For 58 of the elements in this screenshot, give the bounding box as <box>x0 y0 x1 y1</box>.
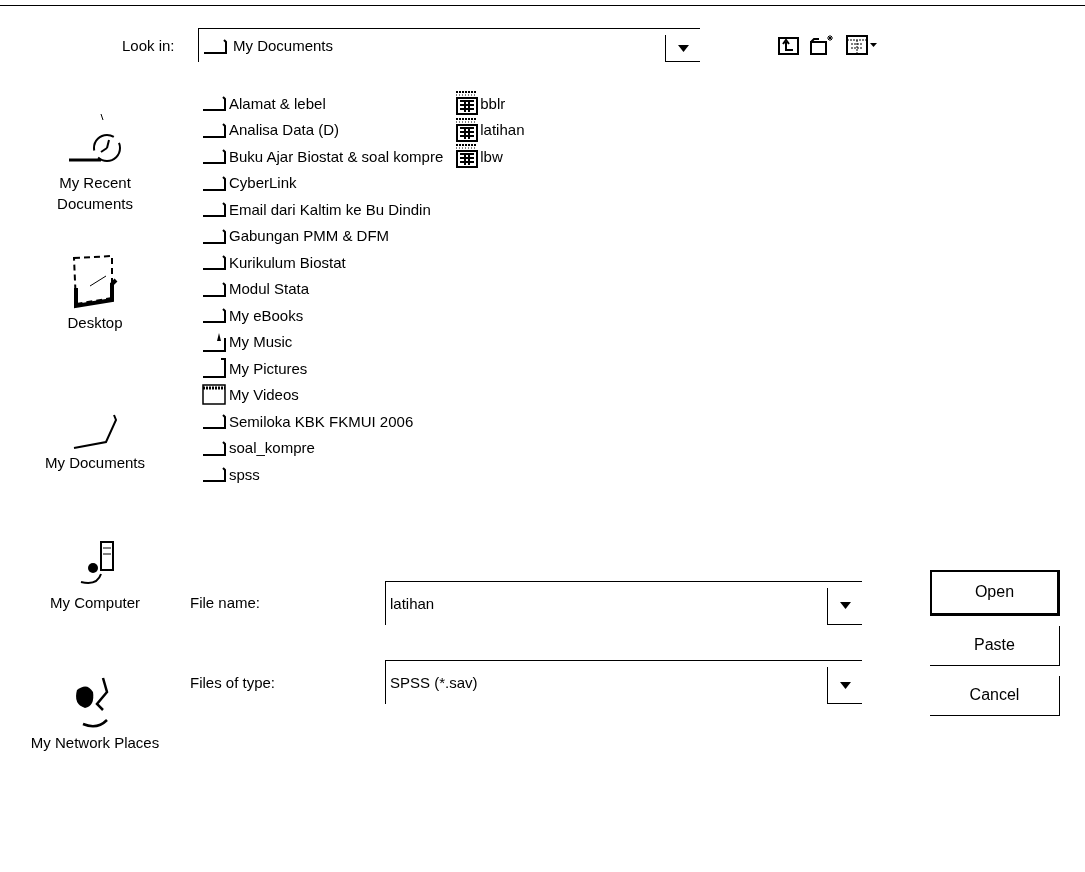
file-name[interactable]: Gabungan PMM & DFM <box>229 227 390 245</box>
file-name[interactable]: Buku Ajar Biostat & soal kompre <box>229 147 444 165</box>
place-label[interactable]: Desktop <box>67 312 123 333</box>
file-name[interactable]: lbw <box>480 147 503 165</box>
file-name[interactable]: bblr <box>480 94 506 112</box>
file-name[interactable]: Kurikulum Biostat <box>229 253 346 271</box>
place-label[interactable]: My Network Places <box>30 732 160 753</box>
folder-icon <box>202 120 228 139</box>
folder-icon <box>202 279 228 298</box>
place-label[interactable]: My Computer <box>50 592 140 613</box>
folder-icon <box>202 253 228 272</box>
folder-icon <box>202 438 228 457</box>
folder-icon <box>202 306 228 325</box>
folder-icon <box>202 412 228 431</box>
dialog-button[interactable]: Cancel <box>930 675 1060 716</box>
desktop-icon <box>70 254 120 310</box>
file-type-dropdown[interactable]: SPSS (*.sav) <box>385 660 862 705</box>
look-in-label: Look in: <box>122 36 176 54</box>
folder-icon <box>202 173 228 192</box>
folder-icon <box>202 226 228 245</box>
folder-icon <box>202 94 228 113</box>
file-name[interactable]: Semiloka KBK FKMUI 2006 <box>229 412 414 430</box>
file-name[interactable]: Alamat & lebel <box>229 94 326 112</box>
place-label[interactable]: My Documents <box>45 452 145 473</box>
file-name[interactable]: Analisa Data (D) <box>229 121 340 139</box>
spreadsheet-file-icon <box>455 116 480 143</box>
folder-outline-icon <box>72 414 118 450</box>
folder-icon <box>203 36 229 55</box>
up-folder-icon[interactable] <box>778 34 800 56</box>
file-name[interactable]: soal_kompre <box>229 439 315 457</box>
dialog-button[interactable]: Paste <box>930 625 1060 666</box>
folder-icon <box>202 200 228 219</box>
file-name[interactable]: My Pictures <box>229 359 308 377</box>
new-folder-icon[interactable] <box>810 34 836 56</box>
dropdown-arrow-icon[interactable] <box>677 44 689 52</box>
folder-icon <box>202 147 228 166</box>
file-name-field[interactable]: latihan <box>385 580 862 625</box>
file-type-label: Files of type: <box>190 673 277 691</box>
folder-icon <box>202 465 228 484</box>
look-in-dropdown[interactable]: My Documents <box>198 28 700 62</box>
file-name[interactable]: My eBooks <box>229 306 304 324</box>
spreadsheet-file-icon <box>455 143 480 170</box>
view-menu-icon[interactable] <box>846 34 878 56</box>
file-name[interactable]: My Videos <box>229 386 299 404</box>
place-label[interactable]: My Recent Documents <box>20 172 170 214</box>
file-name[interactable]: Modul Stata <box>229 280 310 298</box>
dialog-button[interactable]: Open <box>930 569 1060 616</box>
file-name[interactable]: latihan <box>480 121 525 139</box>
file-name-label: File name: <box>190 594 262 612</box>
file-name[interactable]: My Music <box>229 333 293 351</box>
dropdown-arrow-icon[interactable] <box>839 602 851 610</box>
dropdown-arrow-icon[interactable] <box>839 681 851 689</box>
file-name[interactable]: spss <box>229 465 260 483</box>
videos-folder-icon <box>202 383 228 406</box>
spreadsheet-file-icon <box>455 90 480 117</box>
pictures-folder-icon <box>202 357 228 380</box>
file-name[interactable]: CyberLink <box>229 174 297 192</box>
file-name[interactable]: Email dari Kaltim ke Bu Dindin <box>229 200 431 218</box>
